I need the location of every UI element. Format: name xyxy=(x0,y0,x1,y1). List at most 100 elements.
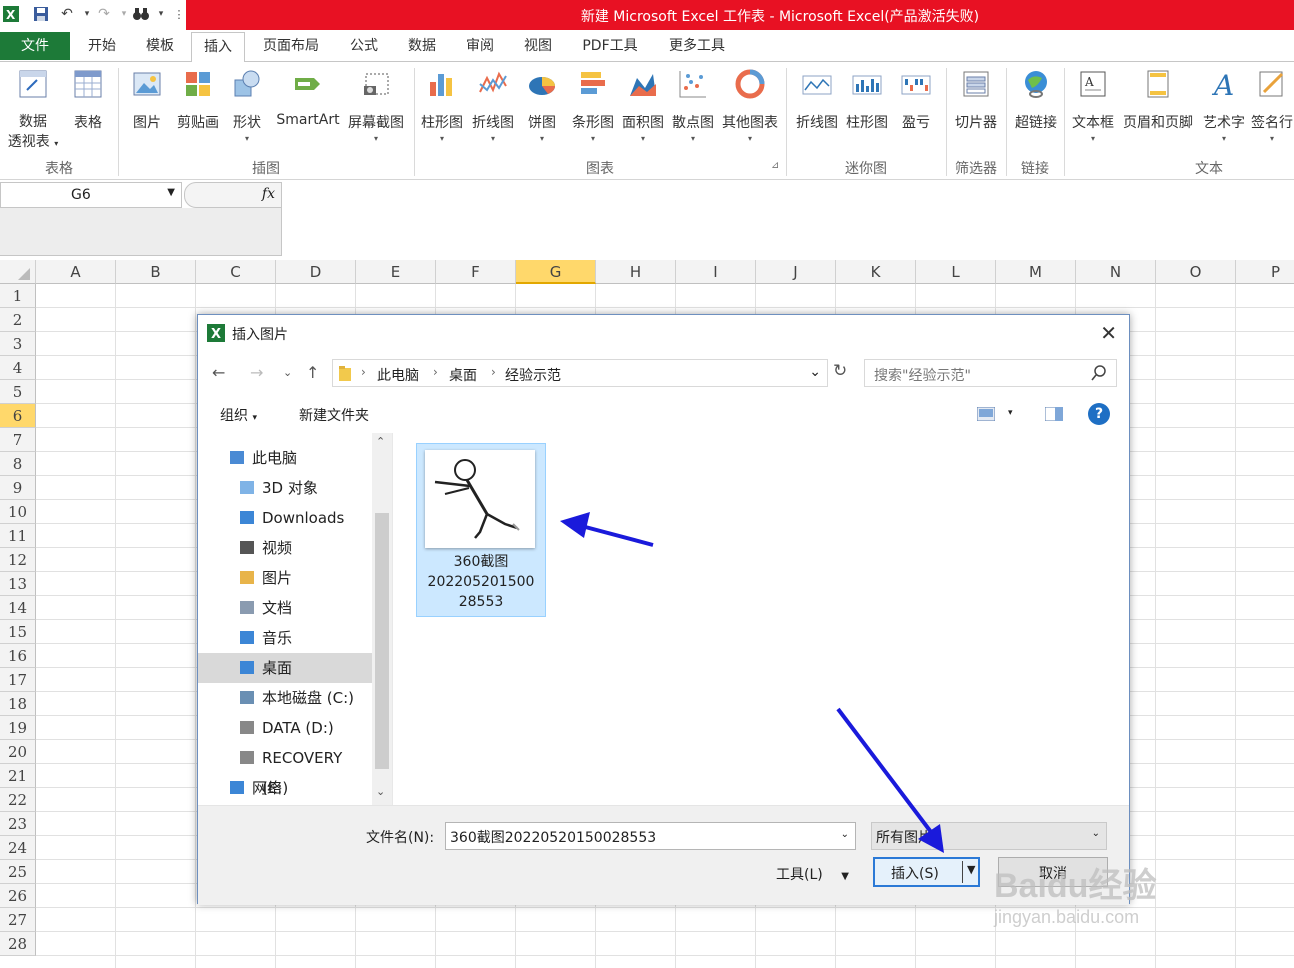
undo-icon[interactable]: ↶ xyxy=(58,5,76,23)
hyperlink-button[interactable]: 超链接 xyxy=(1008,68,1064,132)
tab-home[interactable]: 开始 xyxy=(74,30,130,62)
row-header[interactable]: 1 xyxy=(0,284,36,308)
row-header[interactable]: 27 xyxy=(0,908,36,932)
tab-page-layout[interactable]: 页面布局 xyxy=(252,30,330,62)
nav-item[interactable]: Downloads xyxy=(198,503,372,533)
column-header[interactable]: N xyxy=(1076,260,1156,284)
column-header[interactable]: C xyxy=(196,260,276,284)
sparkline-line-button[interactable]: 折线图 xyxy=(792,68,842,132)
row-header[interactable]: 22 xyxy=(0,788,36,812)
find-dropdown-icon[interactable]: ▾ xyxy=(152,5,170,23)
tab-data[interactable]: 数据 xyxy=(396,30,448,62)
breadcrumb-this-pc[interactable]: 此电脑 xyxy=(377,365,419,385)
chevron-down-icon[interactable]: ⌄ xyxy=(841,829,849,840)
search-input[interactable]: 搜索"经验示范" xyxy=(864,359,1117,387)
breadcrumb-folder[interactable]: 经验示范 xyxy=(505,365,561,385)
column-header[interactable]: I xyxy=(676,260,756,284)
row-header[interactable]: 6 xyxy=(0,404,36,428)
nav-item[interactable]: RECOVERY (E:) xyxy=(198,743,372,797)
line-chart-button[interactable]: 折线图 ▾ xyxy=(468,68,518,143)
scatter-chart-button[interactable]: 散点图 ▾ xyxy=(668,68,718,143)
table-button[interactable]: 表格 xyxy=(64,68,112,132)
tab-more-tools[interactable]: 更多工具 xyxy=(658,30,736,62)
view-dropdown-icon[interactable]: ▾ xyxy=(1008,408,1013,418)
nav-item[interactable]: 视频 xyxy=(198,533,372,563)
column-header[interactable]: K xyxy=(836,260,916,284)
insert-dropdown-icon[interactable]: ▼ xyxy=(967,863,975,876)
wordart-button[interactable]: A 艺术字 ▾ xyxy=(1198,68,1250,143)
tab-review[interactable]: 审阅 xyxy=(454,30,506,62)
back-icon[interactable]: ← xyxy=(212,363,225,382)
row-header[interactable]: 13 xyxy=(0,572,36,596)
row-header[interactable]: 5 xyxy=(0,380,36,404)
row-header[interactable]: 24 xyxy=(0,836,36,860)
column-header[interactable]: O xyxy=(1156,260,1236,284)
row-header[interactable]: 28 xyxy=(0,932,36,956)
file-list[interactable]: 360截图 202205201500 28553 xyxy=(395,433,1129,805)
row-header[interactable]: 15 xyxy=(0,620,36,644)
shapes-button[interactable]: 形状 ▾ xyxy=(226,68,268,143)
row-header[interactable]: 16 xyxy=(0,644,36,668)
row-header[interactable]: 11 xyxy=(0,524,36,548)
other-charts-button[interactable]: 其他图表 ▾ xyxy=(718,68,782,143)
scrollbar-thumb[interactable] xyxy=(375,513,389,769)
row-header[interactable]: 21 xyxy=(0,764,36,788)
scroll-down-icon[interactable]: ⌄ xyxy=(376,785,385,798)
row-header[interactable]: 4 xyxy=(0,356,36,380)
row-header[interactable]: 10 xyxy=(0,500,36,524)
row-header[interactable]: 14 xyxy=(0,596,36,620)
screenshot-button[interactable]: 屏幕截图 ▾ xyxy=(344,68,408,143)
row-header[interactable]: 20 xyxy=(0,740,36,764)
nav-item[interactable]: 本地磁盘 (C:) xyxy=(198,683,372,713)
header-footer-button[interactable]: 页眉和页脚 xyxy=(1118,68,1198,132)
row-header[interactable]: 3 xyxy=(0,332,36,356)
area-chart-button[interactable]: 面积图 ▾ xyxy=(618,68,668,143)
column-header[interactable]: D xyxy=(276,260,356,284)
bar-chart-button[interactable]: 条形图 ▾ xyxy=(568,68,618,143)
row-header[interactable]: 19 xyxy=(0,716,36,740)
row-header[interactable]: 8 xyxy=(0,452,36,476)
row-header[interactable]: 12 xyxy=(0,548,36,572)
nav-item[interactable]: 此电脑 xyxy=(198,443,372,473)
slicer-button[interactable]: 切片器 xyxy=(948,68,1004,132)
smartart-button[interactable]: SmartArt xyxy=(272,68,344,128)
formula-input[interactable] xyxy=(284,182,1294,256)
nav-item[interactable]: 桌面 xyxy=(198,653,372,683)
sparkline-column-button[interactable]: 柱形图 xyxy=(842,68,892,132)
nav-item[interactable]: 音乐 xyxy=(198,623,372,653)
new-folder-button[interactable]: 新建文件夹 xyxy=(299,405,369,425)
breadcrumb-desktop[interactable]: 桌面 xyxy=(449,365,477,385)
tab-templates[interactable]: 模板 xyxy=(134,30,186,62)
redo-dropdown-icon[interactable]: ▾ xyxy=(115,5,133,23)
column-header[interactable]: P xyxy=(1236,260,1294,284)
row-header[interactable]: 26 xyxy=(0,884,36,908)
save-icon[interactable] xyxy=(32,5,50,23)
win-loss-button[interactable]: 盈亏 xyxy=(894,68,938,132)
insert-button[interactable]: 插入(S) ▼ xyxy=(873,857,980,887)
tab-pdf-tools[interactable]: PDF工具 xyxy=(574,30,646,62)
nav-item[interactable]: 文档 xyxy=(198,593,372,623)
signature-line-button[interactable]: 签名行 ▾ xyxy=(1250,68,1294,143)
tab-view[interactable]: 视图 xyxy=(512,30,564,62)
forward-icon[interactable]: → xyxy=(250,363,263,382)
redo-icon[interactable]: ↷ xyxy=(95,5,113,23)
binoculars-icon[interactable] xyxy=(132,5,150,23)
nav-scrollbar[interactable]: ⌃ ⌄ xyxy=(372,433,392,805)
nav-item[interactable]: 网络 xyxy=(198,773,372,803)
fx-button[interactable]: fx xyxy=(184,182,282,208)
close-icon[interactable]: ✕ xyxy=(1100,321,1117,345)
view-icon[interactable] xyxy=(977,407,995,421)
row-header[interactable]: 9 xyxy=(0,476,36,500)
refresh-icon[interactable]: ↻ xyxy=(833,361,847,381)
row-header[interactable]: 18 xyxy=(0,692,36,716)
chevron-down-icon[interactable]: ▼ xyxy=(167,187,175,198)
row-header[interactable]: 2 xyxy=(0,308,36,332)
navigation-pane[interactable]: 此电脑 3D 对象 Downloads 视频 图片 文档 音乐 桌面 本地磁盘 (C:) DATA… xyxy=(198,433,393,805)
column-header[interactable]: L xyxy=(916,260,996,284)
row-header[interactable]: 23 xyxy=(0,812,36,836)
recent-dropdown-icon[interactable]: ⌄ xyxy=(283,366,292,379)
row-header[interactable]: 17 xyxy=(0,668,36,692)
dialog-launcher-icon[interactable]: ⊿ xyxy=(771,160,779,171)
tab-formulas[interactable]: 公式 xyxy=(338,30,390,62)
row-header[interactable]: 25 xyxy=(0,860,36,884)
